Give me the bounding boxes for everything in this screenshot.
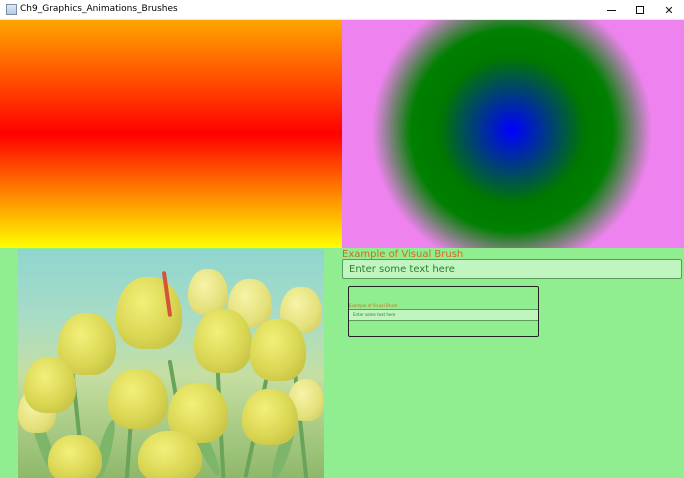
title-bar[interactable]: Ch9_Graphics_Animations_Brushes ✕ (0, 0, 684, 20)
tulip-flower (242, 389, 298, 445)
tulip-flower (194, 309, 252, 373)
image-brush-panel (18, 249, 324, 478)
visual-brush-preview-header: Example of Visual Brush (349, 303, 398, 308)
app-icon[interactable] (6, 4, 17, 15)
tulip-flower (250, 319, 306, 381)
maximize-icon (636, 6, 644, 14)
maximize-button[interactable] (625, 0, 655, 20)
radial-gradient-brush-panel (342, 20, 684, 248)
text-input[interactable] (342, 259, 682, 279)
window-title: Ch9_Graphics_Animations_Brushes (20, 4, 178, 14)
tulip-flower (108, 369, 168, 429)
tulip-flower (24, 357, 76, 413)
visual-brush-preview-input: Enter some text here (349, 309, 538, 321)
visual-brush-preview: Example of Visual Brush Enter some text … (348, 286, 539, 337)
minimize-icon (606, 9, 616, 11)
radial-gradient-disc (372, 20, 652, 248)
minimize-button[interactable] (596, 0, 626, 20)
tulip-flower (138, 431, 202, 478)
window-client-area: Example of Visual Brush Example of Visua… (0, 20, 684, 478)
close-icon: ✕ (664, 3, 674, 17)
tulip-flower (48, 435, 102, 478)
close-button[interactable]: ✕ (654, 0, 684, 20)
linear-gradient-brush-panel (0, 20, 342, 248)
tulip-flower (116, 277, 182, 349)
